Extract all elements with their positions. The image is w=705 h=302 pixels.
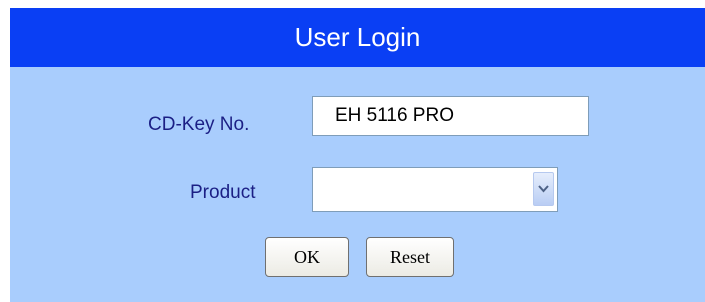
product-select[interactable] [312, 167, 558, 212]
chevron-down-icon[interactable] [533, 172, 554, 206]
dialog-title: User Login [10, 8, 705, 67]
product-label: Product [190, 182, 256, 203]
ok-button[interactable]: OK [265, 237, 349, 277]
cdkey-label: CD-Key No. [148, 114, 250, 135]
reset-button[interactable]: Reset [366, 237, 454, 277]
cdkey-input[interactable] [312, 96, 589, 136]
login-dialog: User Login CD-Key No. Product OK Reset [10, 8, 705, 302]
